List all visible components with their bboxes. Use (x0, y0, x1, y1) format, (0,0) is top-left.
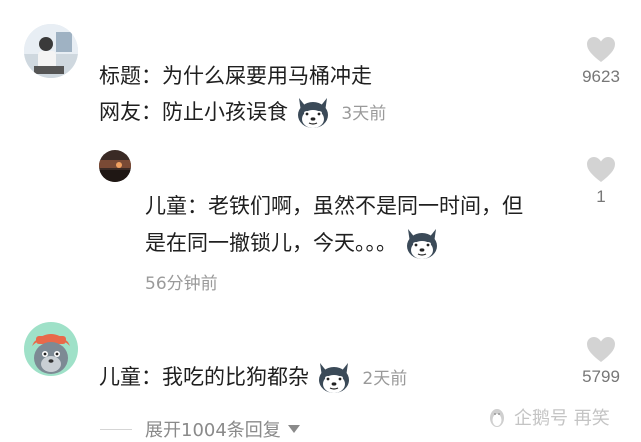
comment-2-line-2: 是在同一撤锁儿，今天。。。 (145, 227, 440, 261)
expand-replies-button[interactable]: 展开1004条回复 (145, 416, 301, 442)
watermark-text: 企鹅号 再笑 (514, 408, 610, 429)
comment-2-time: 56分钟前 (145, 274, 218, 294)
comment-1-time: 3天前 (341, 104, 387, 124)
avatar-user-2[interactable] (99, 150, 131, 182)
like-button-3[interactable]: 5799 (566, 336, 636, 387)
avatar-user-1[interactable] (24, 24, 78, 78)
comment-1-line-2-text: 网友：防止小孩误食 (99, 100, 288, 124)
comment-3-time: 2天前 (362, 369, 408, 389)
comment-1-line-1: 标题：为什么屎要用马桶冲走 (99, 64, 372, 88)
like-count-3: 5799 (582, 367, 620, 386)
avatar-photo (24, 24, 78, 78)
like-button-1[interactable]: 9623 (566, 36, 636, 87)
husky-emoji (404, 227, 440, 261)
like-button-2[interactable]: 1 (566, 156, 636, 207)
avatar-user-3[interactable] (24, 322, 78, 376)
watermark: 企鹅号 再笑 (486, 404, 610, 430)
comment-1-line-2: 网友：防止小孩误食 3天前 (99, 96, 386, 130)
comment-2-line-1: 儿童：老铁们啊，虽然不是同一时间，但 (145, 194, 523, 218)
like-count-1: 9623 (582, 67, 620, 86)
comment-2-line-2-text: 是在同一撤锁儿，今天。。。 (145, 231, 397, 255)
expand-replies-label: 展开1004条回复 (145, 420, 281, 441)
avatar-sunset-photo (99, 150, 131, 182)
heart-icon (587, 37, 615, 62)
heart-icon (587, 337, 615, 362)
caret-down-icon (287, 425, 300, 433)
avatar-cartoon-wolf (24, 322, 78, 376)
like-count-2: 1 (596, 187, 606, 206)
husky-emoji (316, 361, 352, 395)
comment-3-line-1-text: 儿童：我吃的比狗都杂 (99, 365, 309, 389)
heart-icon (587, 157, 615, 182)
penguin-icon (490, 409, 504, 427)
husky-emoji (295, 96, 331, 130)
comment-3-line-1: 儿童：我吃的比狗都杂 2天前 (99, 361, 407, 395)
expand-divider (100, 429, 132, 430)
